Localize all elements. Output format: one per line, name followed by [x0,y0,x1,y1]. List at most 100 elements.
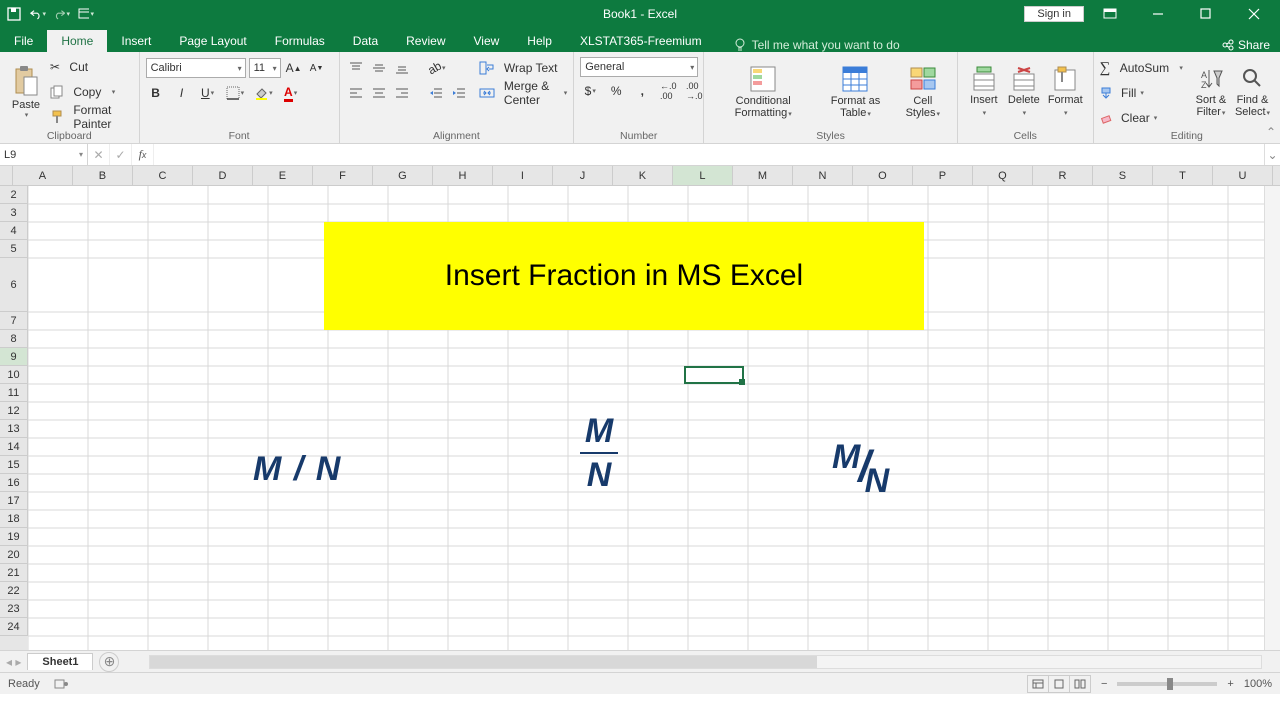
column-header-J[interactable]: J [553,166,613,186]
row-header-3[interactable]: 3 [0,204,28,222]
align-middle-icon[interactable] [369,57,389,79]
row-header-18[interactable]: 18 [0,510,28,528]
macro-record-icon[interactable] [54,678,68,690]
format-as-table-button[interactable]: Format as Table▾ [816,54,895,130]
cells-canvas[interactable]: Insert Fraction in MS Excel M / N M N M … [28,186,1264,650]
column-header-Q[interactable]: Q [973,166,1033,186]
italic-button[interactable]: I [172,82,192,104]
redo-icon[interactable]: ▾ [54,6,70,22]
fill-button[interactable]: Fill▾ [1100,82,1183,104]
bold-button[interactable]: B [146,82,166,104]
align-bottom-icon[interactable] [392,57,412,79]
horizontal-scrollbar[interactable] [149,655,1262,669]
insert-cells-button[interactable]: Insert▾ [964,54,1004,130]
maximize-button[interactable] [1184,0,1228,28]
orientation-icon[interactable]: ab▾ [426,57,448,79]
row-header-13[interactable]: 13 [0,420,28,438]
comma-format-icon[interactable]: , [632,80,652,102]
tab-page-layout[interactable]: Page Layout [165,30,260,52]
zoom-slider[interactable] [1117,682,1217,686]
underline-button[interactable]: U▾ [198,82,218,104]
font-size-select[interactable]: 11 [249,58,281,78]
row-header-21[interactable]: 21 [0,564,28,582]
column-header-F[interactable]: F [313,166,373,186]
font-name-select[interactable]: Calibri [146,58,246,78]
format-painter-button[interactable]: Format Painter [50,106,133,128]
add-sheet-button[interactable]: ⊕ [99,652,119,672]
delete-cells-button[interactable]: Delete▾ [1004,54,1044,130]
page-break-view-icon[interactable] [1069,675,1091,693]
copy-button[interactable]: Copy ▾ [50,81,133,103]
save-icon[interactable] [6,6,22,22]
column-header-S[interactable]: S [1093,166,1153,186]
select-all-corner[interactable] [0,166,13,186]
tab-insert[interactable]: Insert [107,30,165,52]
column-header-H[interactable]: H [433,166,493,186]
row-header-10[interactable]: 10 [0,366,28,384]
customize-qat-icon[interactable]: ▾ [78,6,94,22]
align-right-icon[interactable] [392,82,412,104]
format-cells-button[interactable]: Format▾ [1044,54,1087,130]
column-header-U[interactable]: U [1213,166,1273,186]
column-header-G[interactable]: G [373,166,433,186]
tab-formulas[interactable]: Formulas [261,30,339,52]
headline-cell[interactable]: Insert Fraction in MS Excel [324,222,924,330]
find-select-button[interactable]: Find & Select▾ [1231,54,1274,130]
tab-home[interactable]: Home [47,30,107,52]
equation-stacked-fraction[interactable]: M N [580,414,618,492]
sort-filter-button[interactable]: AZSort & Filter▾ [1191,54,1231,130]
decrease-decimal-icon[interactable]: .00→.0 [684,80,704,102]
accounting-format-icon[interactable]: $▾ [580,80,600,102]
tab-xlstat[interactable]: XLSTAT365-Freemium [566,30,716,52]
conditional-formatting-button[interactable]: Conditional Formatting▾ [710,54,816,130]
column-header-O[interactable]: O [853,166,913,186]
column-header-N[interactable]: N [793,166,853,186]
row-header-23[interactable]: 23 [0,600,28,618]
decrease-indent-icon[interactable] [426,82,446,104]
row-header-17[interactable]: 17 [0,492,28,510]
column-header-A[interactable]: A [13,166,73,186]
row-header-16[interactable]: 16 [0,474,28,492]
column-header-L[interactable]: L [673,166,733,186]
row-header-14[interactable]: 14 [0,438,28,456]
column-header-C[interactable]: C [133,166,193,186]
row-header-12[interactable]: 12 [0,402,28,420]
row-header-9[interactable]: 9 [0,348,28,366]
cell-styles-button[interactable]: Cell Styles▾ [895,54,951,130]
increase-indent-icon[interactable] [449,82,469,104]
fill-color-button[interactable]: ▾ [252,82,275,104]
row-header-22[interactable]: 22 [0,582,28,600]
align-top-icon[interactable] [346,57,366,79]
row-header-20[interactable]: 20 [0,546,28,564]
tab-file[interactable]: File [0,30,47,52]
column-header-R[interactable]: R [1033,166,1093,186]
undo-icon[interactable]: ▾ [30,6,46,22]
minimize-button[interactable] [1136,0,1180,28]
column-header-E[interactable]: E [253,166,313,186]
align-center-icon[interactable] [369,82,389,104]
collapse-ribbon-icon[interactable]: ⌃ [1266,125,1276,139]
align-left-icon[interactable] [346,82,366,104]
increase-decimal-icon[interactable]: ←.0.00 [658,80,678,102]
row-header-15[interactable]: 15 [0,456,28,474]
sign-in-button[interactable]: Sign in [1024,6,1084,22]
cancel-formula-icon[interactable]: ✕ [88,144,110,165]
column-header-D[interactable]: D [193,166,253,186]
tab-help[interactable]: Help [513,30,566,52]
column-header-P[interactable]: P [913,166,973,186]
cut-button[interactable]: ✂ Cut [50,56,133,78]
share-button[interactable]: Share [1222,38,1270,52]
column-header-K[interactable]: K [613,166,673,186]
increase-font-icon[interactable]: A▲ [284,57,304,79]
vertical-scrollbar[interactable] [1264,186,1280,650]
insert-function-icon[interactable]: fx [132,144,154,165]
row-header-8[interactable]: 8 [0,330,28,348]
row-header-2[interactable]: 2 [0,186,28,204]
selected-cell[interactable] [684,366,744,384]
row-header-5[interactable]: 5 [0,240,28,258]
border-button[interactable]: ▾ [224,82,247,104]
row-header-19[interactable]: 19 [0,528,28,546]
row-header-6[interactable]: 6 [0,258,28,312]
ribbon-options-icon[interactable] [1088,0,1132,28]
decrease-font-icon[interactable]: A▼ [307,57,327,79]
